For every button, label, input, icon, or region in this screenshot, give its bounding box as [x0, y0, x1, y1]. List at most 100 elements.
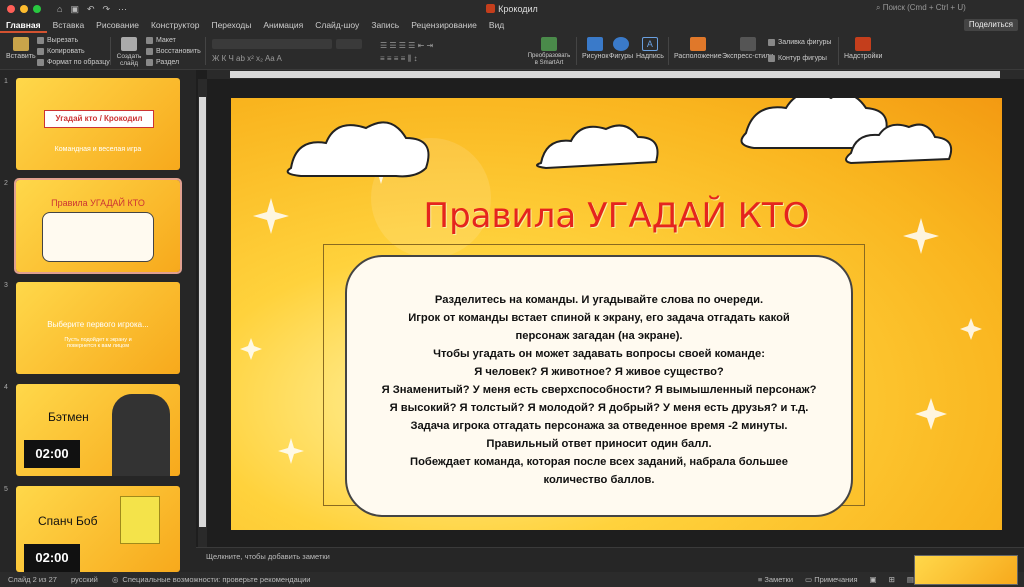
shape-fill-label: Заливка фигуры — [778, 39, 832, 46]
rules-line: Я Знаменитый? У меня есть сверхспособнос… — [381, 384, 817, 396]
rules-line: Задача игрока отгадать персонажа за отве… — [410, 420, 788, 432]
scissors-icon — [37, 37, 44, 44]
slide-number: 5 — [4, 486, 8, 493]
shape-outline-button[interactable]: Контур фигуры — [768, 55, 827, 62]
ribbon-separator — [838, 37, 839, 65]
more-icon[interactable]: ⋯ — [118, 4, 127, 15]
thumb-subtitle: Пусть подойдет к экрану и повернется к в… — [64, 337, 132, 349]
format-painter-button[interactable]: Формат по образцу — [37, 59, 110, 66]
tab-record[interactable]: Запись — [365, 18, 405, 33]
undo-icon[interactable]: ↶ — [87, 4, 95, 15]
thumb-subtitle: Командная и веселая игра — [54, 146, 142, 153]
textbox-label: Надпись — [636, 53, 664, 60]
layout-label: Макет — [156, 37, 176, 44]
picture-icon — [587, 37, 604, 51]
rules-line: Я высокий? Я толстый? Я молодой? Я добры… — [389, 402, 809, 414]
copy-button[interactable]: Копировать — [37, 48, 85, 55]
section-button[interactable]: Раздел — [146, 59, 179, 66]
powerpoint-icon — [486, 4, 496, 13]
tab-animations[interactable]: Анимация — [257, 18, 309, 33]
new-slide-label: Создать слайд — [116, 53, 142, 67]
new-slide-button[interactable]: Создать слайд — [116, 37, 142, 67]
thumb-timer: 02:00 — [24, 440, 80, 468]
section-icon — [146, 59, 153, 66]
new-slide-icon — [121, 37, 137, 51]
notes-button[interactable]: ≡ Заметки — [758, 575, 793, 584]
quick-styles-button[interactable]: Экспресс-стили — [722, 37, 773, 60]
ribbon: Вставить Вырезать Копировать Формат по о… — [0, 33, 1024, 70]
paragraph-buttons[interactable]: ☰ ☰ ☰ ☰ ⇤ ⇥ ≡ ≡ ≡ ≡ ⫼ ↕ — [380, 39, 510, 65]
comments-button[interactable]: ▭ Примечания — [805, 575, 857, 584]
rules-textbox[interactable]: Разделитесь на команды. И угадывайте сло… — [345, 255, 853, 517]
tab-insert[interactable]: Вставка — [47, 18, 91, 33]
home-icon[interactable]: ⌂ — [57, 4, 62, 15]
clouds — [286, 98, 953, 178]
close-window-icon[interactable] — [7, 5, 15, 13]
normal-view-icon[interactable]: ▣ — [870, 575, 877, 584]
picture-label: Рисунок — [582, 53, 609, 60]
arrange-button[interactable]: Расположение — [674, 37, 722, 60]
minimize-window-icon[interactable] — [20, 5, 28, 13]
addins-button[interactable]: Надстройки — [844, 37, 882, 60]
tab-transitions[interactable]: Переходы — [205, 18, 257, 33]
cut-button[interactable]: Вырезать — [37, 37, 78, 44]
layout-button[interactable]: Макет — [146, 37, 176, 44]
tab-slideshow[interactable]: Слайд-шоу — [309, 18, 365, 33]
thumb-title: Спанч Боб — [38, 514, 98, 528]
reset-button[interactable]: Восстановить — [146, 48, 201, 55]
thumb-title: Угадай кто / Крокодил — [44, 110, 154, 128]
reading-view-icon[interactable]: ▤ — [907, 575, 914, 584]
font-size-select[interactable] — [336, 39, 362, 49]
tab-view[interactable]: Вид — [483, 18, 510, 33]
status-bar: Слайд 2 из 27 русский ◎ Специальные возм… — [0, 572, 1024, 587]
search-input[interactable]: ⌕ Поиск (Cmd + Ctrl + U) — [876, 3, 1016, 15]
shapes-label: Фигуры — [609, 53, 634, 60]
share-button[interactable]: Поделиться — [963, 19, 1018, 31]
save-icon[interactable]: ▣ — [70, 4, 79, 15]
rules-line: Правильный ответ приносит один балл. — [486, 438, 712, 450]
tab-draw[interactable]: Рисование — [90, 18, 145, 33]
rules-line: Игрок от команды встает спиной к экрану,… — [408, 312, 790, 324]
slide-thumbnail-3[interactable]: Выберите первого игрока... Пусть подойде… — [16, 282, 180, 374]
tab-home[interactable]: Главная — [0, 18, 47, 33]
shapes-button[interactable]: Фигуры — [609, 37, 633, 60]
ribbon-tabs: Главная Вставка Рисование Конструктор Пе… — [0, 18, 1024, 33]
cut-label: Вырезать — [47, 37, 79, 44]
font-style-buttons[interactable]: Ж К Ч ab x² x₂ Aa A — [212, 54, 362, 64]
tab-review[interactable]: Рецензирование — [405, 18, 483, 33]
slide-title[interactable]: Правила УГАДАЙ КТО — [231, 196, 1002, 236]
slide-thumbnail-2[interactable]: Правила УГАДАЙ КТО — [14, 178, 182, 274]
rules-line: Побеждает команда, которая после всех за… — [410, 456, 788, 468]
slide-number: 1 — [4, 78, 8, 85]
paint-bucket-icon — [768, 39, 775, 46]
tab-design[interactable]: Конструктор — [145, 18, 205, 33]
ribbon-separator — [576, 37, 577, 65]
notes-pane[interactable]: Щелкните, чтобы добавить заметки — [196, 547, 1024, 572]
thumb-textbox — [42, 212, 154, 262]
presenter-preview-thumbnail[interactable] — [914, 555, 1018, 585]
slide-canvas[interactable]: Правила УГАДАЙ КТО Разделитесь на команд… — [231, 98, 1002, 530]
slide-number: 4 — [4, 384, 8, 391]
zoom-window-icon[interactable] — [33, 5, 41, 13]
quick-access-toolbar: ⌂ ▣ ↶ ↷ ⋯ — [57, 4, 127, 15]
shape-fill-button[interactable]: Заливка фигуры — [768, 39, 831, 46]
slide-thumbnail-4[interactable]: Бэтмен 02:00 — [16, 384, 180, 476]
paste-button[interactable]: Вставить — [6, 37, 36, 60]
slide-thumbnail-5[interactable]: Спанч Боб 02:00 — [16, 486, 180, 572]
rules-text: Разделитесь на команды. И угадывайте сло… — [347, 291, 851, 489]
search-icon: ⌕ — [876, 3, 883, 12]
picture-button[interactable]: Рисунок — [582, 37, 608, 60]
rules-line: количество баллов. — [543, 474, 655, 486]
accessibility-icon: ◎ — [111, 575, 119, 584]
accessibility-status[interactable]: Специальные возможности: проверьте реком… — [122, 575, 310, 584]
addins-icon — [855, 37, 872, 51]
quick-styles-icon — [739, 37, 756, 51]
sorter-view-icon[interactable]: ⊞ — [889, 575, 895, 584]
rules-line: персонаж загадан (на экране). — [515, 330, 683, 342]
language-indicator[interactable]: русский — [71, 575, 98, 584]
redo-icon[interactable]: ↷ — [103, 4, 111, 15]
font-name-select[interactable] — [212, 39, 332, 49]
slide-thumbnail-1[interactable]: Угадай кто / Крокодил Командная и весела… — [16, 78, 180, 170]
smartart-button[interactable]: Преобразовать в SmartArt — [528, 37, 570, 67]
textbox-button[interactable]: A Надпись — [636, 37, 664, 60]
